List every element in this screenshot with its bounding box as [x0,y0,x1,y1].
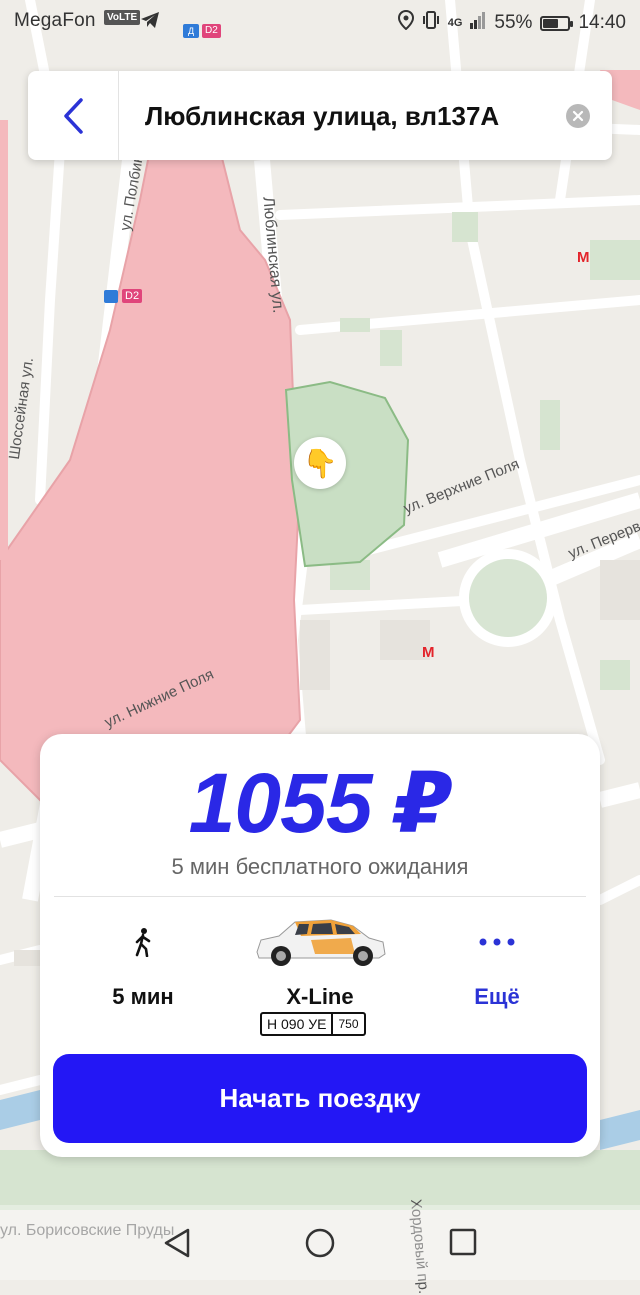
start-trip-button[interactable]: Начать поездку [53,1054,587,1143]
metro-icon: М [577,249,590,266]
status-right-group: 4G 55% 14:40 [397,9,626,36]
carrier-name: MegaFon [14,10,96,31]
address-bar[interactable]: Люблинская улица, вл137А [28,71,612,160]
nav-home-button[interactable] [304,1227,336,1264]
trip-price: 1055 ₽ [188,756,453,850]
telegram-icon [140,11,160,35]
plate-region: 750 [331,1014,363,1034]
nav-back-button[interactable] [162,1227,192,1264]
status-bar: MegaFon VoLTE Д D2 4G 55% 14:40 [0,0,640,44]
card-divider [54,896,586,897]
license-plate: Н 090 УЕ 750 [260,1012,366,1036]
more-option[interactable]: Ещё [417,914,577,1010]
ride-card: 1055 ₽ 5 мин бесплатного ожидания 5 мин … [40,734,600,1157]
battery-icon [540,15,574,31]
walking-person-icon [135,928,151,957]
battery-percent: 55% [494,12,533,33]
back-button[interactable] [28,71,118,160]
more-dots-icon [479,938,515,946]
clock: 14:40 [578,12,626,33]
notification-train-icon: Д [183,24,199,38]
metro-icon: М [422,644,435,661]
plate-number: Н 090 УЕ [267,1016,327,1032]
walk-time-label: 5 мин [112,984,174,1009]
triangle-back-icon [164,1228,190,1258]
clear-button[interactable] [566,104,590,128]
chevron-left-icon [64,97,83,134]
notification-d2-badge: D2 [202,24,221,38]
free-wait-text: 5 мин бесплатного ожидания [171,854,469,879]
address-text[interactable]: Люблинская улица, вл137А [145,101,499,132]
square-recents-icon [449,1228,477,1256]
vibrate-icon [422,10,440,36]
location-icon [397,9,414,36]
volte-badge: VoLTE [104,10,141,25]
walk-time-option: 5 мин [63,914,223,1010]
location-pin[interactable]: 👇 [294,437,346,489]
close-icon [572,110,584,122]
car-model-label: X-Line [286,984,354,1009]
nav-recents-button[interactable] [448,1227,478,1262]
signal-icon [470,11,486,35]
circle-home-icon [305,1228,335,1258]
network-type: 4G [447,17,463,29]
train-station-icon [104,290,118,303]
car-option[interactable]: X-Line [240,914,400,1010]
car-image [256,919,386,966]
pointing-hand-icon: 👇 [302,447,338,479]
train-line-badge: D2 [122,289,143,303]
system-nav-bar [0,1205,640,1280]
more-label: Ещё [474,984,520,1009]
address-bar-divider [118,71,119,160]
